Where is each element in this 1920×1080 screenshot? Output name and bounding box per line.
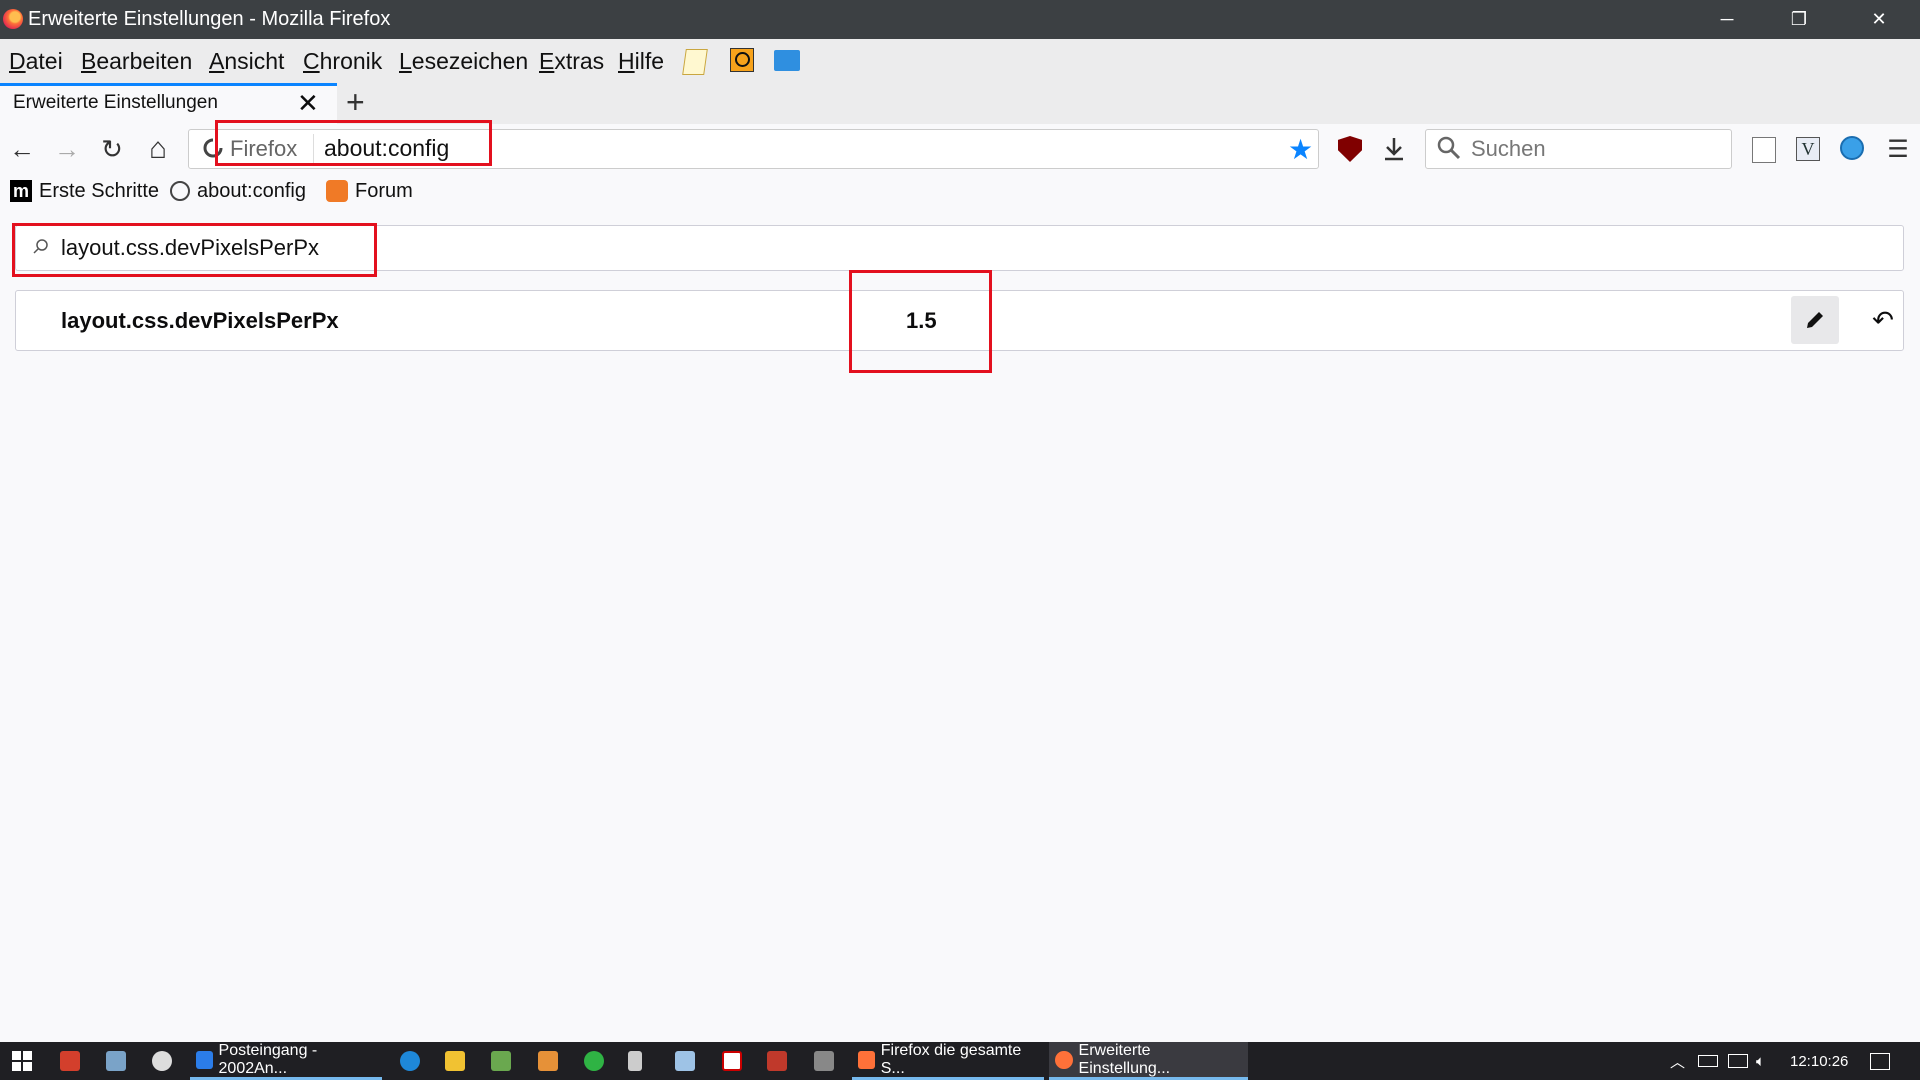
about-config-page: layout.css.devPixelsPerPx layout.css.dev… [0, 208, 1920, 1042]
menu-bar: Datei Bearbeiten Ansicht Chronik Lesezei… [0, 39, 1920, 83]
v-extension-icon[interactable]: V [1796, 137, 1820, 161]
ublock-icon[interactable] [1338, 136, 1362, 162]
value-highlight-box [849, 270, 992, 373]
navigation-bar: ← → ↻ ⌂ Firefox about:config ★ Suchen V … [0, 120, 1920, 174]
hamburger-menu-icon[interactable]: ☰ [1880, 132, 1916, 166]
back-button[interactable]: ← [4, 132, 40, 166]
clock[interactable]: 12:10:26 [1790, 1042, 1848, 1080]
taskbar-app-icon[interactable] [584, 1042, 604, 1080]
tray-overflow-icon[interactable]: ︿ [1670, 1042, 1685, 1080]
menu-bearbeiten[interactable]: Bearbeiten [81, 39, 192, 83]
menu-hilfe[interactable]: Hilfe [618, 39, 664, 83]
pencil-icon [1807, 312, 1823, 328]
firefox-logo-icon [3, 9, 23, 29]
sync-extension-icon[interactable] [1840, 136, 1864, 160]
menu-ansicht[interactable]: Ansicht [209, 39, 284, 83]
pref-name: layout.css.devPixelsPerPx [61, 308, 339, 333]
bookmark-label: Erste Schritte [39, 179, 160, 202]
taskbar-app-icon[interactable] [814, 1042, 834, 1080]
taskbar-window-firefox-forum[interactable]: Firefox die gesamte S... [852, 1042, 1044, 1080]
notifications-icon[interactable] [1870, 1042, 1890, 1080]
menu-extras[interactable]: Extras [539, 39, 604, 83]
taskbar-app-icon[interactable] [538, 1042, 558, 1080]
window-title: Erweiterte Einstellungen - Mozilla Firef… [28, 8, 391, 30]
taskbar-edge-icon[interactable] [400, 1042, 420, 1080]
taskbar-app-icon[interactable] [675, 1042, 695, 1080]
taskbar-window-posteingang[interactable]: Posteingang - 2002An... [190, 1042, 382, 1080]
taskbar-app-icon[interactable] [152, 1042, 172, 1080]
mozilla-m-icon: m [10, 180, 32, 202]
notepad-icon[interactable] [682, 49, 708, 75]
network-icon[interactable] [1728, 1042, 1748, 1080]
taskbar-app-icon[interactable] [491, 1042, 511, 1080]
taskbar-app-icon[interactable] [628, 1042, 642, 1080]
tab-close-icon[interactable]: ✕ [297, 88, 319, 119]
close-button[interactable]: ✕ [1843, 0, 1915, 39]
search-highlight-box [12, 223, 377, 277]
bookmark-about-config[interactable]: about:config [170, 176, 306, 206]
tab-label: Erweiterte Einstellungen [13, 92, 218, 113]
menu-datei[interactable]: Datei [9, 39, 63, 83]
tab-erweiterte-einstellungen[interactable]: Erweiterte Einstellungen ✕ [0, 83, 337, 124]
search-bar[interactable]: Suchen [1425, 129, 1732, 169]
edit-button[interactable] [1791, 296, 1839, 344]
taskbar-app-icon[interactable] [722, 1042, 742, 1080]
tab-strip: Erweiterte Einstellungen ✕ + [0, 83, 1920, 124]
windows-logo-icon [12, 1051, 32, 1071]
bookmark-erste-schritte[interactable]: m Erste Schritte [10, 176, 159, 206]
bookmark-forum[interactable]: Forum [326, 176, 413, 206]
taskbar-explorer-icon[interactable] [445, 1042, 465, 1080]
search-placeholder: Suchen [1471, 136, 1546, 161]
search-icon [1437, 136, 1461, 160]
bookmark-label: Forum [355, 179, 413, 202]
notes-extension-icon[interactable] [1752, 137, 1776, 163]
battery-icon[interactable] [1698, 1042, 1718, 1080]
reset-button[interactable]: ↶ [1859, 296, 1907, 344]
bookmark-star-icon[interactable]: ★ [1288, 133, 1313, 166]
menu-lesezeichen[interactable]: Lesezeichen [399, 39, 528, 83]
new-tab-button[interactable]: + [346, 83, 365, 121]
forward-button[interactable]: → [49, 132, 85, 166]
taskbar-app-icon[interactable] [767, 1042, 787, 1080]
firefox-icon [1055, 1050, 1073, 1069]
reload-button[interactable]: ↻ [94, 132, 130, 166]
title-bar: Erweiterte Einstellungen - Mozilla Firef… [0, 0, 1920, 39]
download-icon[interactable] [1381, 136, 1407, 162]
start-button[interactable] [12, 1042, 32, 1080]
folder-icon[interactable] [774, 50, 800, 71]
taskbar-app-icon[interactable] [106, 1042, 126, 1080]
taskbar: Posteingang - 2002An... Firefox die gesa… [0, 1042, 1920, 1080]
mail-icon [196, 1050, 213, 1069]
url-highlight-box [215, 120, 492, 166]
restore-button[interactable]: ❐ [1763, 0, 1835, 39]
firefox-forum-icon [326, 180, 348, 202]
volume-icon[interactable]: 🔈︎ [1756, 1042, 1765, 1080]
home-button[interactable]: ⌂ [140, 132, 176, 166]
bookmark-label: about:config [197, 179, 306, 202]
magnifier-icon[interactable] [730, 48, 754, 72]
firefox-icon [858, 1050, 875, 1069]
globe-icon [170, 181, 190, 201]
taskbar-app-icon[interactable] [60, 1042, 80, 1080]
bookmarks-toolbar: m Erste Schritte about:config Forum [0, 174, 1920, 208]
taskbar-window-erweiterte-einstellungen[interactable]: Erweiterte Einstellung... [1049, 1042, 1248, 1080]
minimize-button[interactable]: ─ [1691, 0, 1763, 39]
menu-chronik[interactable]: Chronik [303, 39, 382, 83]
